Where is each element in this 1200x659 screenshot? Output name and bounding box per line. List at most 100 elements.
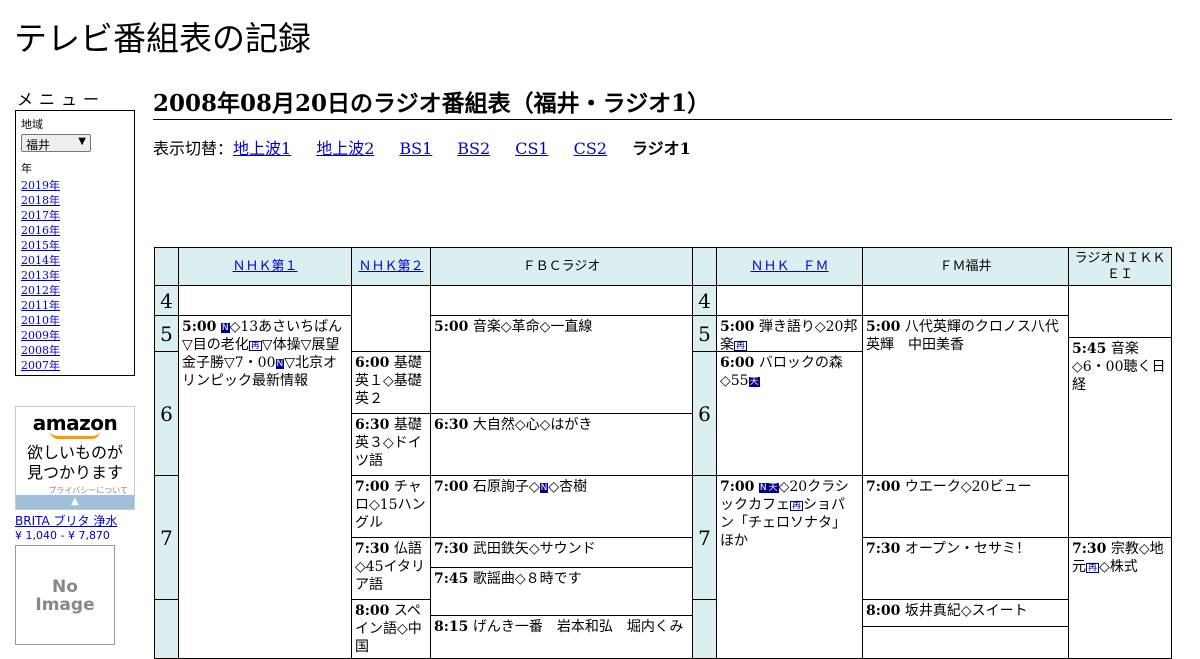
amazon-ad[interactable]: amazon 欲しいものが 見つかります プライバシーについて ▲	[15, 406, 135, 510]
year-link-2018[interactable]: 2018年	[21, 193, 129, 208]
program-cell[interactable]: 5:00 八代英輝のクロノス八代英輝 中田美香	[862, 315, 1069, 476]
program-cell[interactable]: 7:30 仏語◇45イタリア語	[351, 537, 431, 600]
switch-link-terrestrial2[interactable]: 地上波2	[316, 139, 374, 158]
program-cell-empty	[716, 285, 863, 316]
view-switcher: 表示切替：地上波1 地上波2 BS1 BS2 CS1 CS2 ラジオ1	[153, 135, 691, 159]
hour-cell-4: 4	[154, 285, 179, 316]
program-cell[interactable]: 5:00 弾き語り◇20邦楽再	[716, 315, 863, 352]
channel-header-fbc: ＦＢＣラジオ	[430, 247, 693, 286]
news-mark-icon: N	[275, 359, 285, 369]
year-link-2008[interactable]: 2008年	[21, 343, 129, 358]
product-price[interactable]: ¥ 1,040 - ¥ 7,870	[15, 529, 110, 542]
year-link-2014[interactable]: 2014年	[21, 253, 129, 268]
switch-link-terrestrial1[interactable]: 地上波1	[233, 139, 291, 158]
program-time: 5:00	[434, 319, 469, 335]
year-link-2017[interactable]: 2017年	[21, 208, 129, 223]
year-link-2012[interactable]: 2012年	[21, 283, 129, 298]
program-time: 5:00	[720, 319, 755, 335]
year-link-2015[interactable]: 2015年	[21, 238, 129, 253]
year-link-2009[interactable]: 2009年	[21, 328, 129, 343]
program-cell[interactable]: 7:30 武田鉄矢◇サウンド	[430, 537, 693, 568]
region-select[interactable]: 福井 ▼	[21, 134, 91, 152]
stereo-mark-icon: 天	[767, 483, 779, 493]
program-cell[interactable]: 5:00 音楽◇革命◇一直線	[430, 315, 693, 414]
year-link-2010[interactable]: 2010年	[21, 313, 129, 328]
product-link[interactable]: BRITA ブリタ 浄水	[15, 512, 117, 529]
hour-cell-6-mid: 6	[692, 351, 717, 476]
program-cell[interactable]: 7:00 チャロ◇15ハングル	[351, 475, 431, 538]
program-text: げんき一番 岩本和弘 堀内くみ	[472, 619, 684, 635]
program-cell[interactable]: 6:00 バロックの森◇55天	[716, 351, 863, 476]
program-cell[interactable]: 6:00 基礎英１◇基礎英２	[351, 351, 431, 414]
channel-header-nhk2: ＮＨＫ第２	[351, 247, 431, 286]
program-cell[interactable]: 7:30 宗教◇地元再 ◇株式	[1068, 537, 1172, 659]
hour-cell-8-mid	[692, 599, 717, 659]
year-link-2013[interactable]: 2013年	[21, 268, 129, 283]
program-cell[interactable]: 7:00 N 天◇20クラシックカフェ再ショパン「チェロソナタ」ほか	[716, 475, 863, 659]
hour-cell-5-mid: 5	[692, 315, 717, 352]
program-text: ◇株式	[1099, 559, 1138, 575]
program-cell[interactable]: 8:00 坂井真紀◇スイート	[862, 599, 1069, 627]
program-text: オープン・セサミ！	[904, 541, 1031, 557]
program-cell[interactable]: 5:00 N◇13あさいちばん▽目の老化再 ▽体操▽展望 金子勝▽7・00N▽北京…	[178, 315, 352, 659]
program-cell[interactable]: 7:00 ウエーク◇20ビュー	[862, 475, 1069, 538]
year-link-2007[interactable]: 2007年	[21, 358, 129, 373]
program-time: 7:00	[434, 479, 469, 495]
program-time: 7:30	[434, 541, 469, 557]
program-cell-empty	[862, 285, 1069, 316]
switch-link-cs2[interactable]: CS2	[574, 139, 607, 158]
program-cell-empty	[862, 626, 1069, 659]
program-time: 6:30	[434, 417, 469, 433]
channel-link-nhkfm[interactable]: ＮＨＫ ＦＭ	[750, 259, 828, 275]
program-time: 8:00	[866, 603, 901, 619]
program-text: 石原詢子◇	[472, 479, 540, 495]
program-cell[interactable]: 5:45 音楽◇6・00聴く日経	[1068, 337, 1172, 538]
no-image-placeholder[interactable]: No Image	[15, 545, 115, 645]
program-cell[interactable]: 7:45 歌謡曲◇８時です	[430, 567, 693, 616]
stereo-mark-icon: 天	[748, 377, 760, 387]
switch-link-cs1[interactable]: CS1	[515, 139, 548, 158]
switch-link-bs1[interactable]: BS1	[399, 139, 432, 158]
ad-collapse-bar[interactable]: ▲	[16, 495, 134, 509]
program-cell[interactable]: 8:00 スペイン語◇中国	[351, 599, 431, 659]
program-text: 歌謡曲◇８時です	[472, 571, 582, 587]
program-cell[interactable]: 6:30 大自然◇心◇はがき	[430, 413, 693, 476]
channel-link-nhk2[interactable]: ＮＨＫ第２	[358, 259, 423, 275]
program-text: 坂井真紀◇スイート	[904, 603, 1028, 619]
rerun-mark-icon: 再	[1086, 563, 1100, 573]
program-time: 7:00	[720, 479, 755, 495]
program-time: 8:00	[355, 603, 390, 619]
switch-link-bs2[interactable]: BS2	[457, 139, 490, 158]
program-cell-empty	[430, 285, 693, 316]
channel-link-nhk1[interactable]: ＮＨＫ第１	[232, 259, 297, 275]
program-time: 5:45	[1072, 341, 1107, 357]
chevron-up-icon: ▲	[71, 496, 79, 507]
program-cell[interactable]: 7:00 石原詢子◇N◇杏樹	[430, 475, 693, 538]
program-time: 7:30	[1072, 541, 1107, 557]
channel-header-nhkfm: ＮＨＫ ＦＭ	[716, 247, 863, 286]
program-cell[interactable]: 8:15 げんき一番 岩本和弘 堀内くみ	[430, 615, 693, 659]
program-time: 8:15	[434, 619, 469, 635]
program-text: 大自然◇心◇はがき	[472, 417, 593, 433]
program-cell-empty	[351, 285, 431, 352]
region-label: 地域	[21, 118, 43, 131]
program-text: ウエーク◇20ビュー	[904, 479, 1032, 495]
year-link-2011[interactable]: 2011年	[21, 298, 129, 313]
program-text: ◇杏樹	[548, 479, 588, 495]
page-title: 2008年08月20日のラジオ番組表（福井・ラジオ1）	[153, 84, 1172, 120]
year-link-2016[interactable]: 2016年	[21, 223, 129, 238]
year-link-2019[interactable]: 2019年	[21, 178, 129, 193]
amazon-logo: amazon	[32, 411, 118, 435]
program-cell[interactable]: 6:30 基礎英３◇ドイツ語	[351, 413, 431, 476]
rerun-mark-icon: 再	[790, 501, 804, 511]
chevron-down-icon: ▼	[78, 136, 86, 147]
channel-header-fmfukui: ＦＭ福井	[862, 247, 1069, 286]
menu-title: メニュー	[17, 90, 106, 109]
program-time: 6:00	[720, 355, 755, 371]
program-cell[interactable]: 7:30 オープン・セサミ！	[862, 537, 1069, 600]
year-label: 年	[21, 162, 32, 175]
no-image-line2: Image	[35, 595, 95, 615]
site-title: テレビ番組表の記録	[14, 19, 311, 58]
program-text: 武田鉄矢◇サウンド	[472, 541, 596, 557]
region-select-value: 福井	[26, 138, 51, 152]
